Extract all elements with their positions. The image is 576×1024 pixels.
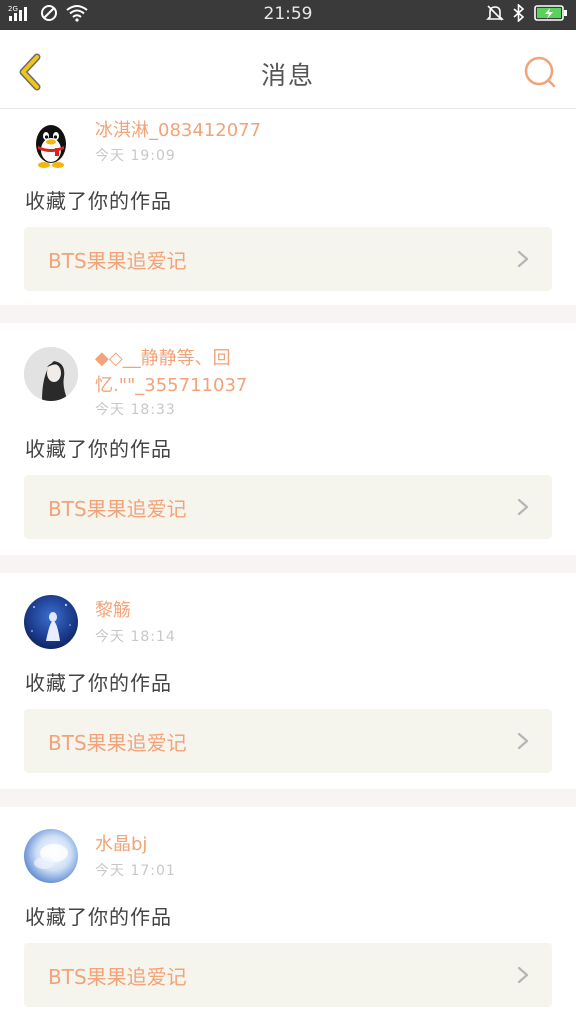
avatar[interactable] [24, 347, 78, 401]
work-title: BTS果果追爱记 [48, 497, 187, 521]
chevron-right-icon [517, 732, 529, 750]
username[interactable]: 冰淇淋_083412077 [95, 117, 265, 144]
chevron-right-icon [517, 250, 529, 268]
card-divider [0, 555, 576, 573]
battery-charging-icon [534, 4, 568, 26]
message-time: 今天 18:33 [95, 402, 176, 418]
search-button[interactable] [522, 54, 558, 90]
action-text: 收藏了你的作品 [25, 437, 172, 461]
girl-portrait-avatar [24, 347, 78, 401]
qq-penguin-avatar [36, 125, 66, 168]
message-time: 今天 18:14 [95, 629, 176, 645]
blue-sky-avatar [24, 829, 78, 883]
chevron-right-icon [517, 498, 529, 516]
message-card: 水晶bj 今天 17:01 收藏了你的作品 BTS果果追爱记 [0, 807, 576, 1023]
blue-night-avatar [24, 595, 78, 649]
action-text: 收藏了你的作品 [25, 671, 172, 695]
username[interactable]: 黎觞 [95, 597, 265, 624]
avatar[interactable] [24, 595, 78, 649]
username[interactable]: 水晶bj [95, 831, 265, 858]
status-bar: 2G 21:59 [0, 0, 576, 30]
work-title: BTS果果追爱记 [48, 731, 187, 755]
work-title: BTS果果追爱记 [48, 249, 187, 273]
work-link[interactable]: BTS果果追爱记 [24, 943, 552, 1007]
page-title: 消息 [260, 61, 315, 90]
card-divider [0, 305, 576, 323]
status-right [486, 3, 568, 26]
message-card: 黎觞 今天 18:14 收藏了你的作品 BTS果果追爱记 [0, 573, 576, 789]
message-time: 今天 17:01 [95, 863, 176, 879]
mute-icon [486, 4, 504, 26]
chevron-right-icon [517, 966, 529, 984]
card-divider [0, 789, 576, 807]
work-link[interactable]: BTS果果追爱记 [24, 227, 552, 291]
bluetooth-icon [512, 3, 526, 26]
search-icon [524, 56, 556, 88]
action-text: 收藏了你的作品 [25, 905, 172, 929]
messages-screen: 2G 21:59 消息 冰淇淋_083412077 今天 19:09 收藏了你的… [0, 0, 576, 1024]
message-card: 冰淇淋_083412077 今天 19:09 收藏了你的作品 BTS果果追爱记 [0, 109, 576, 305]
username[interactable]: ◆◇__静静等、回忆.""_355711037 [95, 345, 265, 399]
message-card: ◆◇__静静等、回忆.""_355711037 今天 18:33 收藏了你的作品… [0, 323, 576, 555]
avatar[interactable] [24, 829, 78, 883]
work-link[interactable]: BTS果果追爱记 [24, 709, 552, 773]
message-time: 今天 19:09 [95, 148, 176, 164]
work-link[interactable]: BTS果果追爱记 [24, 475, 552, 539]
avatar[interactable] [24, 117, 78, 171]
app-header: 消息 [0, 30, 576, 109]
work-title: BTS果果追爱记 [48, 965, 187, 989]
action-text: 收藏了你的作品 [25, 189, 172, 213]
message-list: 冰淇淋_083412077 今天 19:09 收藏了你的作品 BTS果果追爱记 [0, 109, 576, 1023]
